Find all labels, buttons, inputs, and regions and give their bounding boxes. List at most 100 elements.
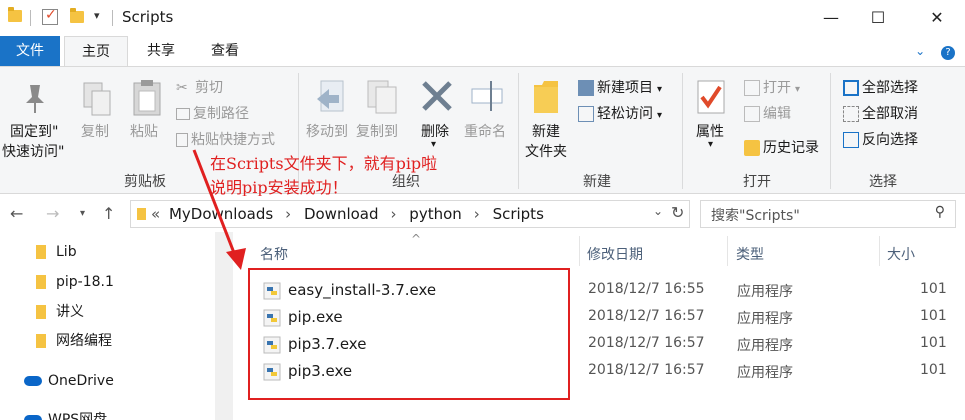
address-dropdown-icon[interactable]: ⌄	[653, 204, 663, 218]
properties-dropdown-icon[interactable]: ▾	[708, 139, 713, 150]
scissors-icon: ✂	[176, 80, 188, 96]
breadcrumb-overflow[interactable]: «	[151, 205, 160, 223]
history-label: 历史记录	[763, 140, 819, 156]
breadcrumb-item[interactable]: python	[409, 205, 461, 223]
column-header-size[interactable]: 大小	[887, 244, 915, 264]
expand-ribbon-icon[interactable]: ⌄	[915, 44, 925, 58]
group-divider	[518, 73, 519, 189]
up-arrow-icon[interactable]: ↑	[102, 204, 115, 223]
tab-share[interactable]: 共享	[130, 36, 192, 66]
select-group-label: 选择	[869, 174, 897, 190]
back-arrow-icon[interactable]: ←	[10, 204, 23, 223]
column-header-type[interactable]: 类型	[736, 244, 764, 264]
file-date: 2018/12/7 16:57	[588, 308, 705, 324]
properties-check-icon[interactable]	[42, 7, 58, 25]
quick-access-dropdown-icon[interactable]: ▾	[94, 9, 100, 22]
ribbon-toggle-icons[interactable]: ⌄ ?	[915, 44, 955, 60]
open-group-label: 打开	[743, 174, 771, 190]
tab-home[interactable]: 主页	[64, 36, 128, 66]
paste-label: 粘贴	[130, 124, 158, 140]
folder-icon[interactable]	[8, 7, 22, 22]
address-bar[interactable]: « MyDownloads › Download › python › Scripts…	[130, 200, 690, 228]
new-folder-label-line1: 新建	[532, 124, 560, 140]
copy-to-label: 复制到	[356, 124, 398, 140]
sidebar-item-label: 讲义	[56, 304, 84, 320]
cut-label: 剪切	[195, 80, 223, 96]
copy-to-icon	[366, 79, 400, 121]
tab-view[interactable]: 查看	[194, 36, 256, 66]
move-to-label: 移动到	[306, 124, 348, 140]
delete-x-icon	[420, 79, 454, 117]
search-icon[interactable]: ⚲	[935, 204, 945, 220]
select-none-button[interactable]: 全部取消	[843, 103, 918, 123]
sidebar-scrollbar[interactable]	[215, 232, 233, 420]
open-dropdown-icon: ▾	[795, 84, 801, 95]
search-input[interactable]: 搜索"Scripts" ⚲	[700, 200, 956, 228]
select-none-icon	[843, 106, 859, 122]
sidebar-item-label: WPS网盘	[48, 412, 108, 420]
delete-dropdown-icon[interactable]: ▾	[431, 139, 436, 150]
tab-file[interactable]: 文件	[0, 36, 60, 66]
close-button[interactable]: ✕	[914, 0, 960, 36]
invert-selection-button[interactable]: 反向选择	[843, 129, 918, 149]
sort-ascending-icon: ^	[411, 232, 422, 246]
search-placeholder: 搜索"Scripts"	[711, 208, 800, 224]
shortcut-icon	[176, 133, 188, 147]
new-item-button[interactable]: 新建项目 ▾	[578, 77, 662, 97]
paste-shortcut-button[interactable]: 粘贴快捷方式	[176, 129, 275, 149]
sidebar-item-lib[interactable]: Lib	[36, 240, 77, 264]
open-label: 打开	[763, 80, 791, 96]
easy-access-icon	[578, 106, 594, 122]
ribbon-tabs: 文件 主页 共享 查看 ⌄ ?	[0, 36, 965, 66]
annotation-text: 在Scripts文件夹下，就有pip啦 说明pip安装成功！	[210, 152, 437, 200]
file-size: 101	[920, 281, 947, 297]
address-row: ← → ▾ ↑ « MyDownloads › Download › python ›…	[0, 196, 965, 232]
column-divider[interactable]	[579, 236, 580, 266]
title-bar: ▾ Scripts — ☐ ✕	[0, 0, 965, 36]
breadcrumb-item[interactable]: Download	[304, 205, 379, 223]
pin-label-line2: 快速访问"	[2, 144, 65, 160]
file-size: 101	[920, 362, 947, 378]
sidebar-item-pip-18-1[interactable]: pip-18.1	[36, 270, 114, 294]
recent-dropdown-icon[interactable]: ▾	[80, 208, 85, 219]
minimize-button[interactable]: —	[808, 0, 854, 36]
column-divider[interactable]	[879, 236, 880, 266]
column-header-date[interactable]: 修改日期	[587, 244, 643, 264]
column-header-name[interactable]: 名称	[260, 244, 288, 264]
select-all-button[interactable]: 全部选择	[843, 77, 918, 97]
new-folder-icon[interactable]	[70, 8, 84, 23]
sidebar-item-onedrive[interactable]: OneDrive	[24, 369, 114, 393]
refresh-icon[interactable]: ↻	[671, 203, 684, 222]
sidebar-item-jiangyi[interactable]: 讲义	[36, 300, 84, 324]
chevron-right-icon[interactable]: ›	[474, 205, 480, 223]
edit-button[interactable]: 编辑	[744, 103, 791, 123]
breadcrumb-item[interactable]: MyDownloads	[169, 205, 273, 223]
column-divider[interactable]	[727, 236, 728, 266]
copy-path-button[interactable]: 复制路径	[176, 103, 249, 123]
easy-access-button[interactable]: 轻松访问 ▾	[578, 103, 662, 123]
open-button[interactable]: 打开 ▾	[744, 77, 800, 97]
help-icon[interactable]: ?	[941, 46, 955, 60]
ribbon: 固定到" 快速访问" 复制 粘贴 ✂ 剪切 复制路径 粘贴快捷方式 剪贴板 移动到…	[0, 66, 965, 194]
move-to-icon	[315, 79, 349, 121]
properties-icon	[696, 79, 726, 119]
sidebar-item-wps-drive[interactable]: WPS网盘	[24, 408, 107, 420]
group-divider	[682, 73, 683, 189]
window-title: Scripts	[122, 8, 174, 26]
breadcrumb-item[interactable]: Scripts	[493, 205, 544, 223]
history-button[interactable]: 历史记录	[744, 137, 819, 157]
file-size: 101	[920, 308, 947, 324]
new-group-label: 新建	[583, 174, 611, 190]
highlight-box	[248, 268, 570, 400]
chevron-right-icon[interactable]: ›	[391, 205, 397, 223]
delete-label: 删除	[421, 124, 449, 140]
pin-icon	[22, 83, 48, 119]
cut-button[interactable]: ✂ 剪切	[176, 77, 223, 97]
maximize-button[interactable]: ☐	[855, 0, 901, 36]
edit-icon	[744, 106, 760, 122]
rename-label: 重命名	[464, 124, 506, 140]
chevron-right-icon[interactable]: ›	[285, 205, 291, 223]
file-date: 2018/12/7 16:57	[588, 362, 705, 378]
forward-arrow-icon[interactable]: →	[46, 204, 59, 223]
sidebar-item-network-programming[interactable]: 网络编程	[36, 329, 112, 353]
